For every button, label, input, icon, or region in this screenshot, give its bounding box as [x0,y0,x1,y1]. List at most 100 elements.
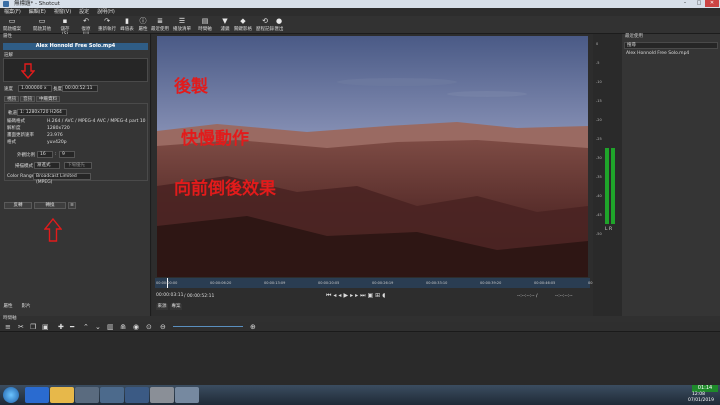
paste-icon[interactable]: ▣ [42,323,49,331]
recent-button[interactable]: ≣ 最近使用 [151,17,169,33]
arrow-up-icon [44,218,62,242]
peak-meter-button[interactable]: ▮ 峰值表 [120,17,134,33]
zoom-out-icon[interactable]: ⊖ [160,323,166,331]
tab-source[interactable]: 來源 [156,304,168,310]
timeline-button[interactable]: ▤ 時間軸 [197,17,213,33]
canyon-scene [157,36,588,277]
close-icon[interactable]: ✕ [705,0,719,7]
minimize-icon[interactable]: – [678,0,692,7]
tab-video[interactable]: 視訊 [4,96,19,102]
redo-button[interactable]: ↷ 重新執行 [98,17,116,33]
duration-field[interactable]: 00:00:52:11 [62,85,98,92]
aspect-height-field[interactable]: 9 [59,151,75,158]
tab-project[interactable]: 專案 [170,304,182,310]
ruler-tick-label: 00:00:46:05 [534,281,556,285]
lift-icon[interactable]: ⌃ [83,323,89,331]
split-icon[interactable]: ▥ [107,323,114,331]
overlay-title: 後製 [174,77,208,97]
speed-field[interactable]: 1.000000 x [18,85,52,92]
explorer-taskbar-icon[interactable] [50,387,74,403]
tab-metadata[interactable]: 中繼資料 [36,96,60,102]
ruler-tick-label: 00:00:39:20 [480,281,502,285]
menu-button[interactable]: ≡ [68,202,76,209]
timeline-icon: ▤ [201,17,209,25]
fast-forward-icon[interactable]: ▸▸ [350,292,360,299]
skip-next-icon[interactable]: ⏭ [360,292,367,299]
app-taskbar-icon[interactable] [150,387,174,403]
timeline-menu-icon[interactable]: ≡ [5,323,11,331]
maximize-icon[interactable]: □ [692,0,706,7]
undo-icon: ↶ [83,17,89,25]
overwrite-icon[interactable]: ⌄ [95,323,101,331]
menu-view[interactable]: 視窗(V) [50,8,75,16]
redo-icon: ↷ [104,17,110,25]
playlist-button[interactable]: ☰ 播放清單 [173,17,191,33]
keyframes-button[interactable]: ◆ 關鍵影格 [234,17,252,33]
ruler-tick-label: 00:00:06:20 [210,281,232,285]
copy-icon[interactable]: ❐ [30,323,36,331]
volume-icon[interactable]: ◖ [382,292,387,299]
tab-properties[interactable]: 屬性 [2,304,14,310]
convert-button[interactable]: 轉換 [34,202,66,209]
recording-badge: 01:14 [692,385,718,392]
start-button[interactable] [3,387,19,403]
history-button[interactable]: ⟲ 歷程記錄 [256,17,274,33]
ripple-icon[interactable]: ⊙ [146,323,152,331]
export-button[interactable]: ● 匯出 [273,17,285,33]
save-icon: ▪ [62,17,68,25]
ruler-tick-label: 00:00:26:19 [372,281,394,285]
scrub-icon[interactable]: ◉ [133,323,139,331]
timeline-tracks[interactable] [0,333,720,385]
in-point: --:--:--:-- / [517,294,538,299]
recent-item[interactable]: Alex Honnold Free Solo.mp4 [626,51,689,56]
open-file-button[interactable]: ▭ 開啟檔案 [3,17,21,33]
track-select[interactable]: 1: 1280x720 H264 [17,109,67,116]
recent-title: 最近使用 [625,34,643,39]
scan-mode-label: 掃描模式 [15,164,33,169]
properties-button[interactable]: ⓘ 屬性 [137,17,149,33]
save-button[interactable]: ▪儲存(S) [58,17,72,37]
recent-search-input[interactable]: 搜尋 [624,42,718,49]
toolbar: ▭開啟檔案 ▭開啟其他 ▪儲存(S) ↶復原(U) ↷重新執行 ▮峰值表 ⓘ屬性… [0,16,720,37]
meter-scale-label: -45 [596,213,602,217]
current-timecode[interactable]: 00:00:03:11 [154,293,183,299]
overlay-reverse: 向前倒後效果 [174,179,276,199]
reverse-button[interactable]: 反轉 [4,202,32,209]
clock-time: 12:08 [692,392,705,397]
tab-clip[interactable]: 影片 [20,304,32,310]
menu-file[interactable]: 檔案(F) [0,8,25,16]
meter-scale-label: -30 [596,156,602,160]
rewind-icon[interactable]: ◂◂ [333,292,343,299]
media-taskbar-icon[interactable] [75,387,99,403]
menu-help[interactable]: 說明(H) [93,8,119,16]
snap-icon[interactable]: ⋒ [120,323,126,331]
folder-plus-icon: ▭ [38,17,46,25]
folder-taskbar-icon[interactable] [125,387,149,403]
zoom-in-icon[interactable]: ⊕ [250,323,256,331]
open-other-button[interactable]: ▭ 開啟其他 [33,17,51,33]
arrow-down-icon [21,63,35,79]
menu-edit[interactable]: 編輯(E) [25,8,50,16]
scan-mode-select[interactable]: 漸進式 [34,162,60,169]
video-frame[interactable]: 後製 快慢動作 向前倒後效果 [157,36,588,277]
cut-icon[interactable]: ✂ [18,323,24,331]
undo-button[interactable]: ↶復原(U) [79,17,93,37]
menu-settings[interactable]: 設定 [75,8,93,16]
ie-taskbar-icon[interactable] [25,387,49,403]
zoom-slider[interactable] [173,326,243,327]
field-order-select[interactable]: 下場優先 [64,162,92,169]
filters-button[interactable]: ▼ 濾鏡 [219,17,231,33]
remove-icon[interactable]: ━ [70,323,74,331]
history-icon: ⟲ [262,17,268,25]
duration-label: 長度 [53,87,62,92]
windows-taskbar-icon[interactable] [100,387,124,403]
meter-scale-label: -50 [596,232,602,236]
tab-audio[interactable]: 音訊 [20,96,35,102]
aspect-width-field[interactable]: 16 [37,151,53,158]
window-titlebar: 無標題* - Shotcut – □ ✕ [0,0,720,8]
shotcut-taskbar-icon[interactable] [175,387,199,403]
color-range-select[interactable]: Broadcast Limited (MPEG) [33,173,91,185]
menu-bar: 檔案(F) 編輯(E) 視窗(V) 設定 說明(H) [0,8,720,16]
prop-row-codec: 編碼格式 H.264 / AVC / MPEG-4 AVC / MPEG-4 pa… [7,119,146,124]
append-icon[interactable]: ✚ [58,323,64,331]
